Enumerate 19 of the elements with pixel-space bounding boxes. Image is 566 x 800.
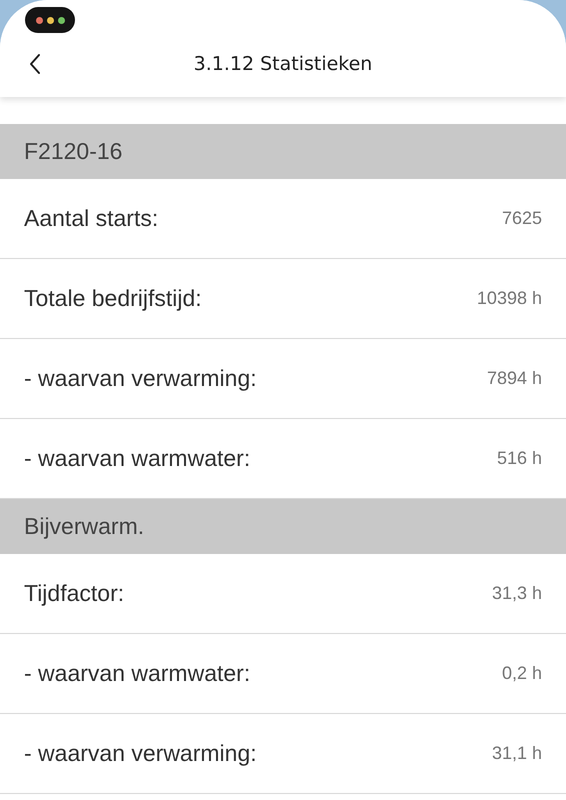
stat-label: - waarvan warmwater: [24,445,250,472]
stat-value: 0,2 h [502,663,542,684]
page-title: 3.1.12 Statistieken [194,52,372,74]
stat-value: 516 h [496,448,542,469]
stat-value: 7894 h [486,368,542,389]
stat-label: Totale bedrijfstijd: [24,285,202,312]
back-icon[interactable] [28,53,42,75]
stat-value: 10398 h [476,288,542,309]
stat-label: - waarvan verwarming: [24,365,257,392]
stat-value: 7625 [502,208,542,229]
stat-value: 31,3 h [492,583,542,604]
stat-value: 31,1 h [492,743,542,764]
stat-label: Tijdfactor: [24,580,124,607]
stat-label: - waarvan verwarming: [24,740,257,767]
stat-label: Aantal starts: [24,205,158,232]
section-header: F2120-16 [0,124,566,179]
stat-label: - waarvan warmwater: [24,660,250,687]
section-header: Bijverwarm. [0,499,566,554]
window-controls-icon [25,7,75,33]
